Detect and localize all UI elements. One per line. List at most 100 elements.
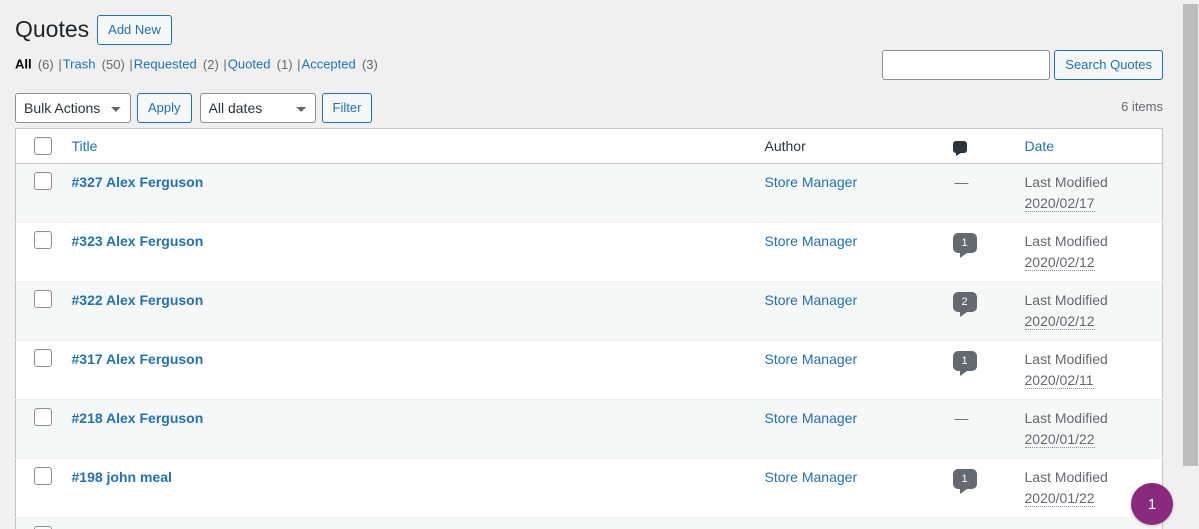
row-checkbox[interactable] — [34, 290, 52, 309]
date-label: Last Modified — [1024, 174, 1108, 191]
cell-author: Store Manager — [754, 281, 943, 341]
cell-author: Store Manager — [754, 458, 943, 518]
status-link-item: Requested (2) | — [134, 52, 228, 78]
page-content: Quotes Add New All (6) | Trash (50) | Re… — [0, 0, 1181, 529]
cell-comments: — — [943, 164, 1015, 223]
table-nav-top: Bulk Actions Apply All dates Filter 6 it… — [15, 93, 1163, 123]
status-link-trash[interactable]: Trash — [63, 54, 98, 74]
dates-select[interactable]: All dates — [199, 93, 316, 123]
page-scrollbar-thumb[interactable] — [1183, 4, 1198, 466]
select-all-header — [15, 128, 62, 165]
select-all-checkbox[interactable] — [34, 137, 52, 155]
status-link-count: (6) — [34, 57, 54, 72]
cell-title: #198 john meal — [61, 458, 755, 518]
search-input[interactable] — [882, 50, 1051, 80]
row-select-cell — [15, 281, 62, 341]
search-quotes-button[interactable]: Search Quotes — [1054, 50, 1163, 80]
date-label: Last Modified — [1024, 351, 1108, 368]
date-value: 2020/02/11 — [1024, 372, 1094, 390]
row-title-link[interactable]: #323 Alex Ferguson — [72, 231, 204, 252]
table-body: #327 Alex Ferguson Store Manager — Last Mod… — [15, 163, 1163, 529]
author-link[interactable]: Store Manager — [765, 410, 858, 426]
comment-bubble-icon — [952, 141, 967, 157]
row-select-cell — [15, 458, 62, 518]
author-link[interactable]: Store Manager — [765, 351, 858, 367]
page-scrollbar[interactable] — [1182, 0, 1199, 529]
column-author-label: Author — [764, 138, 806, 154]
cell-author: Store Manager — [754, 340, 943, 400]
date-label: Last Modified — [1024, 410, 1108, 427]
row-checkbox[interactable] — [34, 349, 52, 368]
author-link[interactable]: Store Manager — [765, 469, 858, 485]
row-select-cell — [15, 222, 62, 282]
comment-count-bubble[interactable]: 2 — [952, 292, 977, 318]
status-link-item: Trash (50) | — [63, 52, 134, 78]
column-header-author: Author — [754, 128, 943, 165]
comment-count-none: — — [954, 174, 969, 191]
row-title-link[interactable]: #317 Alex Ferguson — [72, 349, 204, 370]
row-title-link[interactable]: #198 john meal — [72, 467, 172, 488]
row-checkbox[interactable] — [34, 172, 52, 191]
date-label: Last Modified — [1024, 233, 1108, 250]
status-link-requested[interactable]: Requested — [134, 54, 199, 74]
status-link-quoted[interactable]: Quoted — [228, 54, 273, 74]
comment-count-bubble[interactable]: 1 — [952, 351, 977, 377]
status-link-all[interactable]: All — [15, 54, 34, 74]
status-link-item: Accepted (3) — [302, 52, 378, 78]
comment-count-bubble[interactable]: 1 — [952, 233, 977, 259]
cell-comments: — — [942, 517, 1015, 529]
date-filter-group: All dates Filter — [199, 93, 373, 123]
row-checkbox[interactable] — [34, 467, 52, 486]
cell-comments: 1 — [942, 458, 1015, 518]
author-link[interactable]: Store Manager — [765, 233, 858, 249]
sort-title-link[interactable]: Title — [72, 138, 98, 154]
status-link-item: Quoted (1) | — [228, 52, 302, 78]
status-link-count: (2) — [199, 57, 219, 72]
date-value: 2020/02/12 — [1024, 313, 1095, 331]
row-checkbox[interactable] — [34, 231, 52, 250]
date-value: 2020/01/22 — [1024, 431, 1095, 449]
cell-comments: 1 — [942, 340, 1015, 400]
filter-button[interactable]: Filter — [321, 93, 373, 123]
row-checkbox[interactable] — [34, 408, 52, 427]
table-row: #327 Alex Ferguson Store Manager — Last Mod… — [15, 163, 1163, 223]
cell-comments: 2 — [942, 281, 1015, 341]
row-select-cell — [15, 340, 62, 400]
row-title-link[interactable]: #327 Alex Ferguson — [72, 172, 204, 193]
table-row: #323 Alex Ferguson Store Manager 1 Last Mod… — [15, 222, 1163, 282]
status-link-count: (3) — [358, 57, 378, 72]
row-title-link[interactable]: #322 Alex Ferguson — [72, 290, 204, 311]
column-header-comments — [942, 128, 1015, 165]
table-row: #317 Alex Ferguson Store Manager 1 Last Mod… — [15, 340, 1163, 400]
notification-badge[interactable]: 1 — [1131, 483, 1173, 525]
sort-date-link[interactable]: Date — [1025, 138, 1055, 154]
bulk-actions-select[interactable]: Bulk Actions — [15, 93, 131, 123]
cell-title: #218 Alex Ferguson — [61, 399, 755, 459]
status-link-accepted[interactable]: Accepted — [302, 54, 359, 74]
displaying-num: 6 items — [1121, 99, 1163, 114]
comment-count-bubble[interactable]: 1 — [952, 469, 977, 495]
apply-button[interactable]: Apply — [137, 93, 192, 123]
cell-title: #327 Alex Ferguson — [62, 164, 755, 223]
notification-badge-count: 1 — [1147, 495, 1157, 513]
column-header-date: Date — [1014, 128, 1163, 165]
date-value: 2020/02/12 — [1024, 254, 1095, 272]
cell-title — [61, 517, 755, 529]
page-header: Quotes Add New — [15, 0, 1163, 46]
cell-author: Store Manager — [754, 399, 943, 459]
status-link-separator: | — [125, 57, 133, 72]
cell-author — [754, 517, 943, 529]
add-new-button[interactable]: Add New — [97, 15, 172, 45]
row-title-link[interactable]: #218 Alex Ferguson — [72, 408, 204, 429]
status-link-count: (1) — [273, 57, 293, 72]
cell-author: Store Manager — [755, 164, 943, 223]
cell-comments: — — [942, 399, 1015, 459]
table-row: #218 Alex Ferguson Store Manager — Last Mod… — [15, 399, 1163, 459]
cell-author: Store Manager — [754, 222, 943, 282]
row-select-cell — [15, 517, 62, 529]
status-link-separator: | — [293, 57, 301, 72]
date-value: 2020/01/22 — [1024, 490, 1095, 508]
cell-date: Last Modified 2020/02/12 — [1014, 281, 1163, 341]
author-link[interactable]: Store Manager — [765, 174, 858, 190]
author-link[interactable]: Store Manager — [765, 292, 858, 308]
